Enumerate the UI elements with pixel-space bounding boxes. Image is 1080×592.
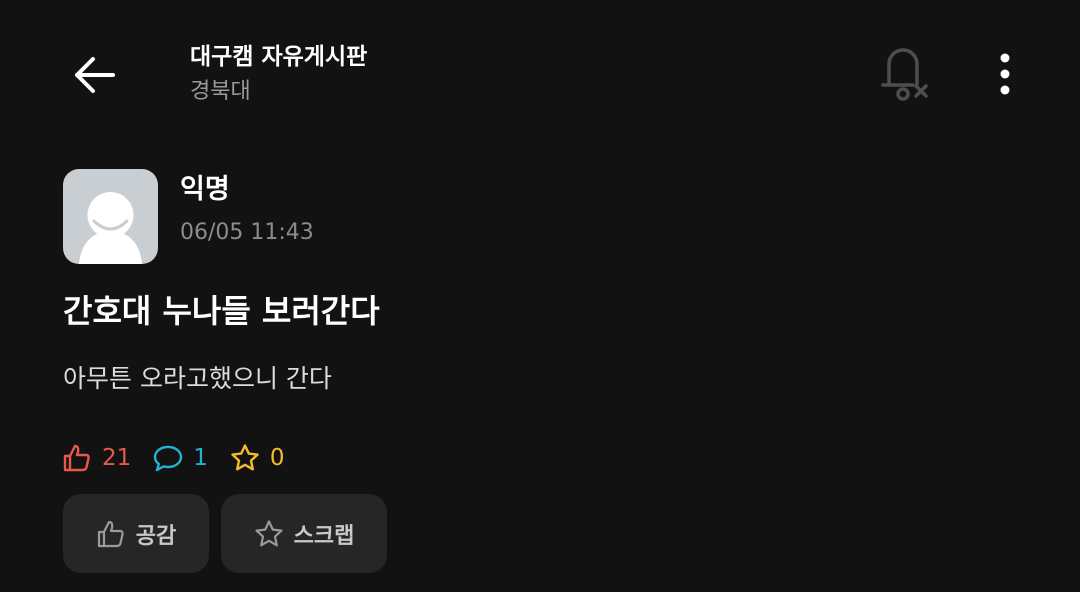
school-name: 경북대 [190,79,251,104]
star-icon [231,444,259,471]
scrap-button[interactable]: 스크랩 [221,494,387,573]
notification-toggle-button[interactable] [872,42,934,104]
scrap-count: 0 [230,443,285,473]
post-stats: 21 1 0 [62,440,307,476]
board-title: 대구캠 자유게시판 [190,44,368,70]
author-name: 익명 [180,174,230,205]
like-button[interactable]: 공감 [63,494,209,573]
scrap-button-label: 스크랩 [293,523,355,549]
bell-off-icon [881,48,928,101]
post-screen: 대구캠 자유게시판 경북대 익명 06/05 11:43 간호대 누나들 보러간… [0,0,1080,592]
comment-count: 1 [153,443,208,473]
post-title: 간호대 누나들 보러간다 [63,292,380,330]
scrap-count-value: 0 [269,445,285,471]
post-timestamp: 06/05 11:43 [180,220,314,245]
user-silhouette-icon [79,192,142,264]
more-vertical-icon [1000,53,1010,95]
like-count-value: 21 [102,445,132,471]
star-icon [255,519,283,546]
like-count: 21 [62,443,131,473]
thumbs-up-icon [97,520,124,547]
like-button-label: 공감 [135,523,177,549]
comment-bubble-icon [154,445,183,472]
header-titles: 대구캠 자유게시판 경북대 [190,42,367,108]
more-options-button[interactable] [982,48,1028,100]
arrow-left-icon [75,57,115,93]
avatar [63,169,158,264]
thumbs-up-icon [63,444,90,472]
comment-count-value: 1 [193,445,208,471]
back-button[interactable] [62,48,126,102]
post-body: 아무튼 오라고했으니 간다 [63,364,332,393]
